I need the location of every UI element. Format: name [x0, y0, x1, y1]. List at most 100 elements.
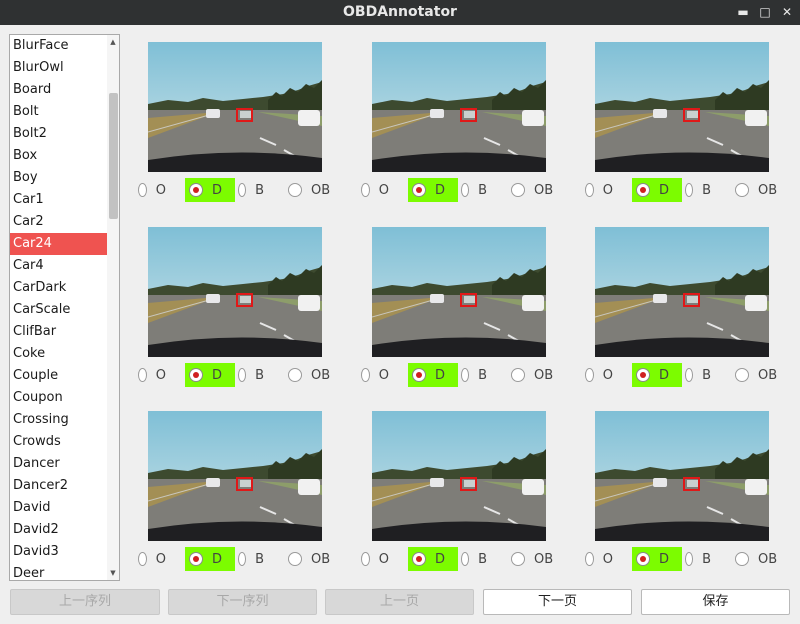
radio-label: O [155, 551, 166, 567]
radio-option-d[interactable]: D [408, 363, 458, 387]
radio-option-o[interactable]: O [585, 363, 613, 387]
list-item[interactable]: Bolt [10, 101, 107, 123]
scroll-up-icon[interactable]: ▲ [107, 35, 119, 49]
frame-thumbnail[interactable] [595, 42, 769, 172]
frame-thumbnail[interactable] [595, 411, 769, 541]
radio-option-b[interactable]: B [461, 178, 487, 202]
radio-option-d[interactable]: D [185, 547, 235, 571]
title-bar: OBDAnnotator ▬ □ ✕ [0, 0, 800, 25]
radio-option-o[interactable]: O [361, 547, 389, 571]
list-item[interactable]: ClifBar [10, 321, 107, 343]
radio-option-ob[interactable]: OB [288, 547, 340, 571]
list-item[interactable]: Bolt2 [10, 123, 107, 145]
list-item[interactable]: Couple [10, 365, 107, 387]
list-item[interactable]: Deer [10, 563, 107, 580]
scroll-down-icon[interactable]: ▼ [107, 566, 119, 580]
sequence-list[interactable]: BlurFace BlurOwl Board Bolt Bolt2 Box Boy Car1 C… [9, 34, 120, 581]
list-item[interactable]: Crowds [10, 431, 107, 453]
radio-option-ob[interactable]: OB [511, 547, 563, 571]
radio-option-ob[interactable]: OB [735, 178, 787, 202]
save-button[interactable]: 保存 [641, 589, 790, 615]
list-item[interactable]: CarDark [10, 277, 107, 299]
list-item[interactable]: Coke [10, 343, 107, 365]
close-icon[interactable]: ✕ [780, 5, 794, 19]
radio-circle-icon [238, 368, 247, 382]
radio-option-b[interactable]: B [238, 363, 264, 387]
next-page-button[interactable]: 下一页 [483, 589, 632, 615]
radio-option-o[interactable]: O [585, 547, 613, 571]
radio-circle-icon [412, 552, 426, 566]
list-item[interactable]: David3 [10, 541, 107, 563]
list-item[interactable]: Box [10, 145, 107, 167]
radio-option-b[interactable]: B [238, 547, 264, 571]
list-item[interactable]: Board [10, 79, 107, 101]
radio-circle-icon [361, 552, 370, 566]
radio-label: OB [758, 367, 778, 383]
radio-label: O [155, 182, 166, 198]
radio-option-d[interactable]: D [185, 363, 235, 387]
radio-option-o[interactable]: O [585, 178, 613, 202]
radio-option-b[interactable]: B [461, 547, 487, 571]
list-item[interactable]: Car1 [10, 189, 107, 211]
radio-option-d[interactable]: D [632, 363, 682, 387]
list-item[interactable]: Car4 [10, 255, 107, 277]
radio-option-d[interactable]: D [408, 547, 458, 571]
radio-option-ob[interactable]: OB [288, 363, 340, 387]
radio-option-o[interactable]: O [138, 547, 166, 571]
radio-option-b[interactable]: B [238, 178, 264, 202]
prev-sequence-button[interactable]: 上一序列 [10, 589, 160, 615]
frame-thumbnail[interactable] [372, 411, 546, 541]
radio-option-b[interactable]: B [461, 363, 487, 387]
radio-option-ob[interactable]: OB [288, 178, 340, 202]
radio-option-ob[interactable]: OB [511, 178, 563, 202]
list-item[interactable]: Dancer [10, 453, 107, 475]
radio-option-d[interactable]: D [185, 178, 235, 202]
list-item[interactable]: CarScale [10, 299, 107, 321]
list-item[interactable]: Coupon [10, 387, 107, 409]
radio-circle-icon [361, 183, 370, 197]
sequence-list-scrollbar[interactable]: ▲ ▼ [107, 35, 119, 580]
radio-label: D [659, 551, 670, 567]
minimize-icon[interactable]: ▬ [736, 5, 750, 19]
radio-option-d[interactable]: D [632, 178, 682, 202]
radio-option-b[interactable]: B [685, 178, 711, 202]
radio-option-o[interactable]: O [361, 178, 389, 202]
radio-label: O [602, 182, 613, 198]
frame-cell: O D B OB [134, 42, 358, 226]
radio-circle-icon [238, 552, 247, 566]
radio-label: B [478, 551, 487, 567]
radio-option-ob[interactable]: OB [735, 363, 787, 387]
radio-option-d[interactable]: D [408, 178, 458, 202]
radio-option-ob[interactable]: OB [735, 547, 787, 571]
radio-option-ob[interactable]: OB [511, 363, 563, 387]
frame-thumbnail[interactable] [148, 411, 322, 541]
radio-label: OB [758, 182, 778, 198]
radio-option-b[interactable]: B [685, 363, 711, 387]
frame-cell: O D B OB [581, 227, 800, 411]
frame-thumbnail[interactable] [372, 227, 546, 357]
maximize-icon[interactable]: □ [758, 5, 772, 19]
frame-thumbnail[interactable] [595, 227, 769, 357]
list-item[interactable]: BlurFace [10, 35, 107, 57]
frame-thumbnail[interactable] [148, 227, 322, 357]
frame-thumbnail[interactable] [148, 42, 322, 172]
radio-option-d[interactable]: D [632, 547, 682, 571]
scrollbar-thumb[interactable] [109, 93, 118, 219]
list-item[interactable]: Dancer2 [10, 475, 107, 497]
list-item[interactable]: David [10, 497, 107, 519]
list-item[interactable]: Car2 [10, 211, 107, 233]
radio-option-o[interactable]: O [138, 178, 166, 202]
list-item[interactable]: Car24 [10, 233, 107, 255]
prev-page-button[interactable]: 上一页 [325, 589, 474, 615]
bounding-box [236, 293, 253, 307]
list-item[interactable]: Boy [10, 167, 107, 189]
list-item[interactable]: BlurOwl [10, 57, 107, 79]
radio-label: B [702, 367, 711, 383]
radio-option-b[interactable]: B [685, 547, 711, 571]
list-item[interactable]: David2 [10, 519, 107, 541]
frame-thumbnail[interactable] [372, 42, 546, 172]
radio-option-o[interactable]: O [361, 363, 389, 387]
list-item[interactable]: Crossing [10, 409, 107, 431]
radio-option-o[interactable]: O [138, 363, 166, 387]
next-sequence-button[interactable]: 下一序列 [168, 589, 317, 615]
